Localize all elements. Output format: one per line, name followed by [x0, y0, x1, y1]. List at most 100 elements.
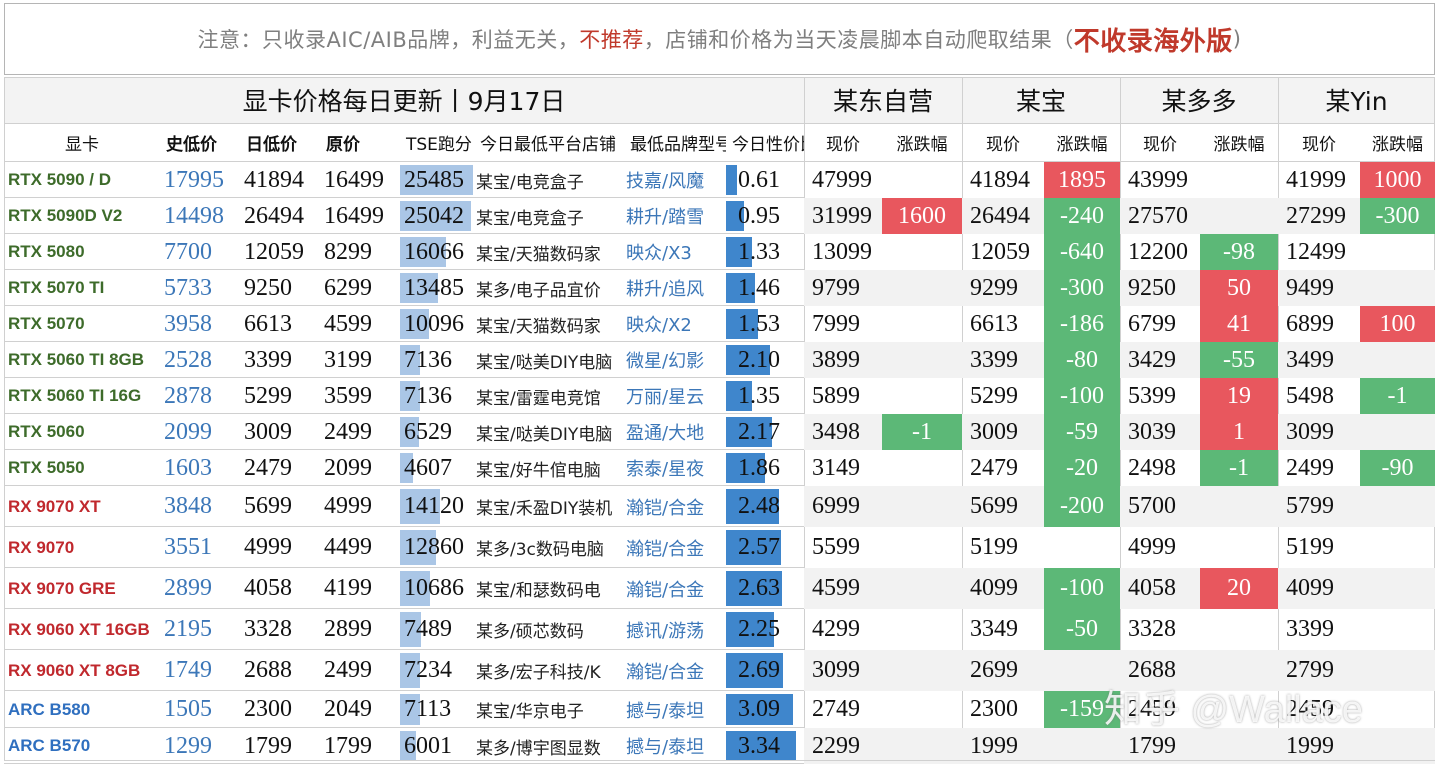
lowest-shop[interactable]: 某宝/哒美DIY电脑	[474, 414, 624, 450]
daily-low-price: 1799	[244, 732, 292, 759]
value-ratio: 1.86	[738, 454, 780, 481]
daily-low-price: 9250	[244, 274, 292, 301]
lowest-brand-model[interactable]: 万丽/星云	[624, 378, 726, 414]
lowest-shop[interactable]: 某宝/和瑟数码电	[474, 568, 624, 609]
lowest-shop[interactable]: 某宝/哒美DIY电脑	[474, 342, 624, 378]
price-change	[1200, 527, 1278, 568]
lowest-shop[interactable]: 某多/博宇图显数	[474, 728, 624, 764]
price-change: -1	[1360, 378, 1435, 414]
daily-low-price: 4999	[244, 534, 292, 560]
price-change: -200	[1044, 486, 1120, 527]
lowest-brand-model[interactable]: 映众/X2	[624, 306, 726, 342]
store-price: 5399	[1128, 382, 1176, 409]
value-ratio-cell: 2.57	[726, 527, 804, 568]
historic-low-price: 2899	[164, 575, 212, 601]
gpu-name: RTX 5060	[8, 422, 85, 441]
gpu-name: RX 9060 XT 8GB	[8, 660, 141, 680]
tse-score-cell: 12860	[400, 527, 474, 568]
notice-banner: 注意：只收录AIC/AIB品牌，利益无关， 不推荐 ，店铺和价格为当天凌晨脚本自动爬…	[4, 3, 1435, 75]
lowest-shop[interactable]: 某宝/电竞盒子	[474, 198, 624, 234]
lowest-shop[interactable]: 某多/3c数码电脑	[474, 527, 624, 568]
table-title: 显卡价格每日更新丨9月17日	[4, 77, 804, 123]
lowest-brand-model[interactable]: 撼与/泰坦	[624, 691, 726, 728]
price-change: -240	[1044, 198, 1120, 234]
store-price: 4099	[1278, 568, 1360, 609]
lowest-shop[interactable]: 某多/电子品宜价	[474, 270, 624, 306]
tse-score: 10096	[404, 310, 464, 337]
lowest-shop[interactable]: 某宝/雷霆电竞馆	[474, 378, 624, 414]
store-price: 3399	[1286, 616, 1334, 642]
lowest-brand-model[interactable]: 微星/幻影	[624, 342, 726, 378]
store-price: 4299	[812, 616, 860, 642]
lowest-brand-model[interactable]: 技嘉/风魔	[624, 162, 726, 198]
lowest-brand-model[interactable]: 索泰/星夜	[624, 450, 726, 486]
store-price: 2479	[970, 454, 1018, 481]
lowest-brand-model[interactable]: 盈通/大地	[624, 414, 726, 450]
price-change: 19	[1200, 378, 1278, 414]
original-price: 4599	[324, 310, 372, 337]
store-price: 3429	[1120, 342, 1200, 378]
lowest-brand-model[interactable]: 耕升/踏雪	[624, 198, 726, 234]
price-change	[1200, 198, 1278, 234]
store-price: 9799	[804, 270, 882, 306]
store-price: 1999	[962, 728, 1044, 764]
store-price: 7999	[812, 310, 860, 337]
store-price: 43999	[1128, 166, 1188, 193]
lowest-brand-model[interactable]: 耕升/追风	[624, 270, 726, 306]
lowest-shop[interactable]: 某宝/禾盈DIY装机	[474, 486, 624, 527]
lowest-brand-model[interactable]: 瀚铠/合金	[624, 650, 726, 691]
price-change: 100	[1360, 306, 1435, 342]
lowest-brand-model[interactable]: 撼讯/游荡	[624, 609, 726, 650]
lowest-shop[interactable]: 某宝/天猫数码家	[474, 306, 624, 342]
price-change	[882, 162, 962, 198]
price-change	[882, 450, 962, 486]
historic-low-price: 2195	[164, 616, 212, 642]
lowest-brand-model[interactable]: 瀚铠/合金	[624, 568, 726, 609]
price-change	[882, 270, 962, 306]
store-price: 47999	[812, 166, 872, 193]
tse-score-cell: 6001	[400, 728, 474, 764]
price-change	[1044, 728, 1120, 764]
price-change: -50	[1044, 609, 1120, 650]
value-ratio-cell: 0.95	[726, 198, 804, 234]
store-price: 5699	[962, 486, 1044, 527]
price-change: -80	[1044, 342, 1120, 378]
tse-score-cell: 6529	[400, 414, 474, 450]
lowest-brand-model[interactable]: 瀚铠/合金	[624, 527, 726, 568]
lowest-brand-model[interactable]: 映众/X3	[624, 234, 726, 270]
price-change	[1200, 486, 1278, 527]
value-ratio: 3.34	[738, 732, 780, 759]
price-change: -1	[1200, 450, 1278, 486]
value-ratio-cell: 0.61	[726, 162, 804, 198]
daily-low-price: 2300	[244, 696, 292, 722]
historic-low-price: 5733	[164, 274, 212, 301]
value-ratio-cell: 2.69	[726, 650, 804, 691]
price-change: 41	[1200, 306, 1278, 342]
lowest-shop[interactable]: 某多/硕芯数码	[474, 609, 624, 650]
lowest-shop[interactable]: 某多/宏子科技/K	[474, 650, 624, 691]
lowest-brand-model[interactable]: 撼与/泰坦	[624, 728, 726, 764]
lowest-brand-model[interactable]: 瀚铠/合金	[624, 486, 726, 527]
column-header-change: 涨跌幅	[1213, 134, 1265, 155]
value-ratio: 1.35	[738, 382, 780, 409]
historic-low-price: 14498	[164, 202, 224, 229]
price-change: -100	[1044, 568, 1120, 609]
gpu-name: RTX 5060 TI 8GB	[8, 350, 145, 369]
header-divider	[4, 123, 1435, 124]
lowest-shop[interactable]: 某宝/华京电子	[474, 691, 624, 728]
zhihu-watermark: 知乎 @Wallace	[1104, 688, 1363, 731]
store-price: 5599	[812, 534, 860, 560]
lowest-shop[interactable]: 某宝/好牛倌电脑	[474, 450, 624, 486]
original-price: 2499	[324, 418, 372, 445]
value-ratio-cell: 3.09	[726, 691, 804, 728]
tse-score-cell: 7489	[400, 609, 474, 650]
original-price: 16499	[324, 202, 384, 229]
price-change: -59	[1044, 414, 1120, 450]
price-change: -100	[1044, 378, 1120, 414]
value-ratio: 1.33	[738, 238, 780, 265]
daily-low-price: 6613	[244, 310, 292, 337]
lowest-shop[interactable]: 某宝/电竞盒子	[474, 162, 624, 198]
store-price: 3099	[1278, 414, 1360, 450]
original-price: 1799	[324, 732, 372, 759]
lowest-shop[interactable]: 某宝/天猫数码家	[474, 234, 624, 270]
